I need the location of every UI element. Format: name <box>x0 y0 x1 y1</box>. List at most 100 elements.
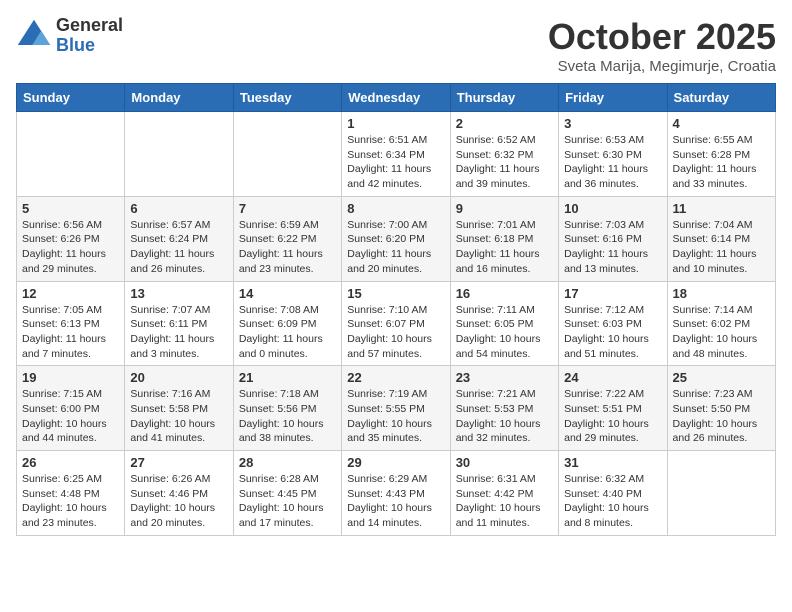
calendar-cell: 22Sunrise: 7:19 AM Sunset: 5:55 PM Dayli… <box>342 366 450 451</box>
calendar-cell: 12Sunrise: 7:05 AM Sunset: 6:13 PM Dayli… <box>17 281 125 366</box>
calendar-cell: 16 Sunrise: 7:11 AM Sunset: 6:05 PM Dayli… <box>450 281 558 366</box>
day-number: 2 <box>456 116 553 131</box>
day-number: 7 <box>239 201 336 216</box>
weekday-header-row: SundayMondayTuesdayWednesdayThursdayFrid… <box>17 84 776 112</box>
day-info: Sunrise: 6:31 AM Sunset: 4:42 PM Dayligh… <box>456 472 553 531</box>
weekday-header-saturday: Saturday <box>667 84 775 112</box>
logo-icon <box>16 18 52 54</box>
day-info: Sunrise: 7:01 AM Sunset: 6:18 PM Dayligh… <box>456 218 553 277</box>
day-info: Sunrise: 6:32 AM Sunset: 4:40 PM Dayligh… <box>564 472 661 531</box>
day-info: Sunrise: 7:18 AM Sunset: 5:56 PM Dayligh… <box>239 387 336 446</box>
day-number: 10 <box>564 201 661 216</box>
calendar-cell: 26 Sunrise: 6:25 AM Sunset: 4:48 PM Dayli… <box>17 451 125 536</box>
day-number: 12 <box>22 286 119 301</box>
calendar-table: SundayMondayTuesdayWednesdayThursdayFrid… <box>16 83 776 536</box>
calendar-cell: 3 Sunrise: 6:53 AM Sunset: 6:30 PM Daylig… <box>559 112 667 197</box>
calendar-cell: 23Sunrise: 7:21 AM Sunset: 5:53 PM Dayli… <box>450 366 558 451</box>
day-number: 18 <box>673 286 770 301</box>
day-info: Sunrise: 7:22 AM Sunset: 5:51 PM Dayligh… <box>564 387 661 446</box>
day-info: Sunrise: 6:25 AM Sunset: 4:48 PM Dayligh… <box>22 472 119 531</box>
day-info: Sunrise: 7:12 AM Sunset: 6:03 PM Dayligh… <box>564 303 661 362</box>
calendar-cell: 31 Sunrise: 6:32 AM Sunset: 4:40 PM Dayli… <box>559 451 667 536</box>
calendar-cell: 14Sunrise: 7:08 AM Sunset: 6:09 PM Dayli… <box>233 281 341 366</box>
calendar-cell: 1 Sunrise: 6:51 AM Sunset: 6:34 PM Daylig… <box>342 112 450 197</box>
calendar-cell: 17 Sunrise: 7:12 AM Sunset: 6:03 PM Dayli… <box>559 281 667 366</box>
calendar-cell: 28 Sunrise: 6:28 AM Sunset: 4:45 PM Dayli… <box>233 451 341 536</box>
day-number: 6 <box>130 201 227 216</box>
day-number: 28 <box>239 455 336 470</box>
day-number: 4 <box>673 116 770 131</box>
week-row-4: 19 Sunrise: 7:15 AM Sunset: 6:00 PM Dayli… <box>17 366 776 451</box>
week-row-5: 26 Sunrise: 6:25 AM Sunset: 4:48 PM Dayli… <box>17 451 776 536</box>
day-info: Sunrise: 7:19 AM Sunset: 5:55 PM Dayligh… <box>347 387 444 446</box>
day-number: 31 <box>564 455 661 470</box>
day-number: 30 <box>456 455 553 470</box>
day-info: Sunrise: 7:03 AM Sunset: 6:16 PM Dayligh… <box>564 218 661 277</box>
day-info: Sunrise: 6:51 AM Sunset: 6:34 PM Dayligh… <box>347 133 444 192</box>
calendar-cell: 20 Sunrise: 7:16 AM Sunset: 5:58 PM Dayli… <box>125 366 233 451</box>
week-row-3: 12Sunrise: 7:05 AM Sunset: 6:13 PM Dayli… <box>17 281 776 366</box>
logo-general-text: General <box>56 16 123 36</box>
day-number: 25 <box>673 370 770 385</box>
day-number: 13 <box>130 286 227 301</box>
logo-blue-text: Blue <box>56 36 123 56</box>
day-info: Sunrise: 7:23 AM Sunset: 5:50 PM Dayligh… <box>673 387 770 446</box>
calendar-cell: 4 Sunrise: 6:55 AM Sunset: 6:28 PM Daylig… <box>667 112 775 197</box>
day-number: 9 <box>456 201 553 216</box>
calendar-cell: 8 Sunrise: 7:00 AM Sunset: 6:20 PM Daylig… <box>342 196 450 281</box>
day-info: Sunrise: 7:11 AM Sunset: 6:05 PM Dayligh… <box>456 303 553 362</box>
calendar-cell: 10 Sunrise: 7:03 AM Sunset: 6:16 PM Dayli… <box>559 196 667 281</box>
weekday-header-monday: Monday <box>125 84 233 112</box>
day-number: 23 <box>456 370 553 385</box>
month-title: October 2025 <box>548 16 776 58</box>
day-info: Sunrise: 7:07 AM Sunset: 6:11 PM Dayligh… <box>130 303 227 362</box>
calendar-cell: 29Sunrise: 6:29 AM Sunset: 4:43 PM Dayli… <box>342 451 450 536</box>
day-info: Sunrise: 7:04 AM Sunset: 6:14 PM Dayligh… <box>673 218 770 277</box>
week-row-2: 5 Sunrise: 6:56 AM Sunset: 6:26 PM Daylig… <box>17 196 776 281</box>
day-number: 17 <box>564 286 661 301</box>
calendar-cell: 13 Sunrise: 7:07 AM Sunset: 6:11 PM Dayli… <box>125 281 233 366</box>
day-number: 5 <box>22 201 119 216</box>
day-number: 29 <box>347 455 444 470</box>
day-info: Sunrise: 6:53 AM Sunset: 6:30 PM Dayligh… <box>564 133 661 192</box>
calendar-cell: 24 Sunrise: 7:22 AM Sunset: 5:51 PM Dayli… <box>559 366 667 451</box>
day-number: 11 <box>673 201 770 216</box>
day-number: 8 <box>347 201 444 216</box>
day-info: Sunrise: 6:26 AM Sunset: 4:46 PM Dayligh… <box>130 472 227 531</box>
day-info: Sunrise: 7:10 AM Sunset: 6:07 PM Dayligh… <box>347 303 444 362</box>
day-number: 20 <box>130 370 227 385</box>
day-info: Sunrise: 7:16 AM Sunset: 5:58 PM Dayligh… <box>130 387 227 446</box>
calendar-cell: 6 Sunrise: 6:57 AM Sunset: 6:24 PM Daylig… <box>125 196 233 281</box>
day-info: Sunrise: 6:52 AM Sunset: 6:32 PM Dayligh… <box>456 133 553 192</box>
calendar-cell: 7 Sunrise: 6:59 AM Sunset: 6:22 PM Daylig… <box>233 196 341 281</box>
calendar-cell: 5 Sunrise: 6:56 AM Sunset: 6:26 PM Daylig… <box>17 196 125 281</box>
day-info: Sunrise: 6:57 AM Sunset: 6:24 PM Dayligh… <box>130 218 227 277</box>
calendar-cell <box>233 112 341 197</box>
calendar-cell: 15Sunrise: 7:10 AM Sunset: 6:07 PM Dayli… <box>342 281 450 366</box>
page-header: General Blue October 2025 Sveta Marija, … <box>16 16 776 75</box>
weekday-header-tuesday: Tuesday <box>233 84 341 112</box>
day-number: 16 <box>456 286 553 301</box>
calendar-cell: 19 Sunrise: 7:15 AM Sunset: 6:00 PM Dayli… <box>17 366 125 451</box>
calendar-cell: 27Sunrise: 6:26 AM Sunset: 4:46 PM Dayli… <box>125 451 233 536</box>
day-number: 21 <box>239 370 336 385</box>
location-text: Sveta Marija, Megimurje, Croatia <box>548 58 776 75</box>
day-info: Sunrise: 6:28 AM Sunset: 4:45 PM Dayligh… <box>239 472 336 531</box>
day-number: 26 <box>22 455 119 470</box>
day-info: Sunrise: 7:15 AM Sunset: 6:00 PM Dayligh… <box>22 387 119 446</box>
day-number: 19 <box>22 370 119 385</box>
day-number: 24 <box>564 370 661 385</box>
day-info: Sunrise: 6:59 AM Sunset: 6:22 PM Dayligh… <box>239 218 336 277</box>
day-info: Sunrise: 7:08 AM Sunset: 6:09 PM Dayligh… <box>239 303 336 362</box>
day-info: Sunrise: 6:55 AM Sunset: 6:28 PM Dayligh… <box>673 133 770 192</box>
day-number: 3 <box>564 116 661 131</box>
calendar-cell <box>667 451 775 536</box>
logo-text: General Blue <box>56 16 123 56</box>
day-info: Sunrise: 7:00 AM Sunset: 6:20 PM Dayligh… <box>347 218 444 277</box>
weekday-header-sunday: Sunday <box>17 84 125 112</box>
day-number: 1 <box>347 116 444 131</box>
day-info: Sunrise: 6:56 AM Sunset: 6:26 PM Dayligh… <box>22 218 119 277</box>
day-info: Sunrise: 7:14 AM Sunset: 6:02 PM Dayligh… <box>673 303 770 362</box>
weekday-header-friday: Friday <box>559 84 667 112</box>
calendar-cell: 2 Sunrise: 6:52 AM Sunset: 6:32 PM Daylig… <box>450 112 558 197</box>
